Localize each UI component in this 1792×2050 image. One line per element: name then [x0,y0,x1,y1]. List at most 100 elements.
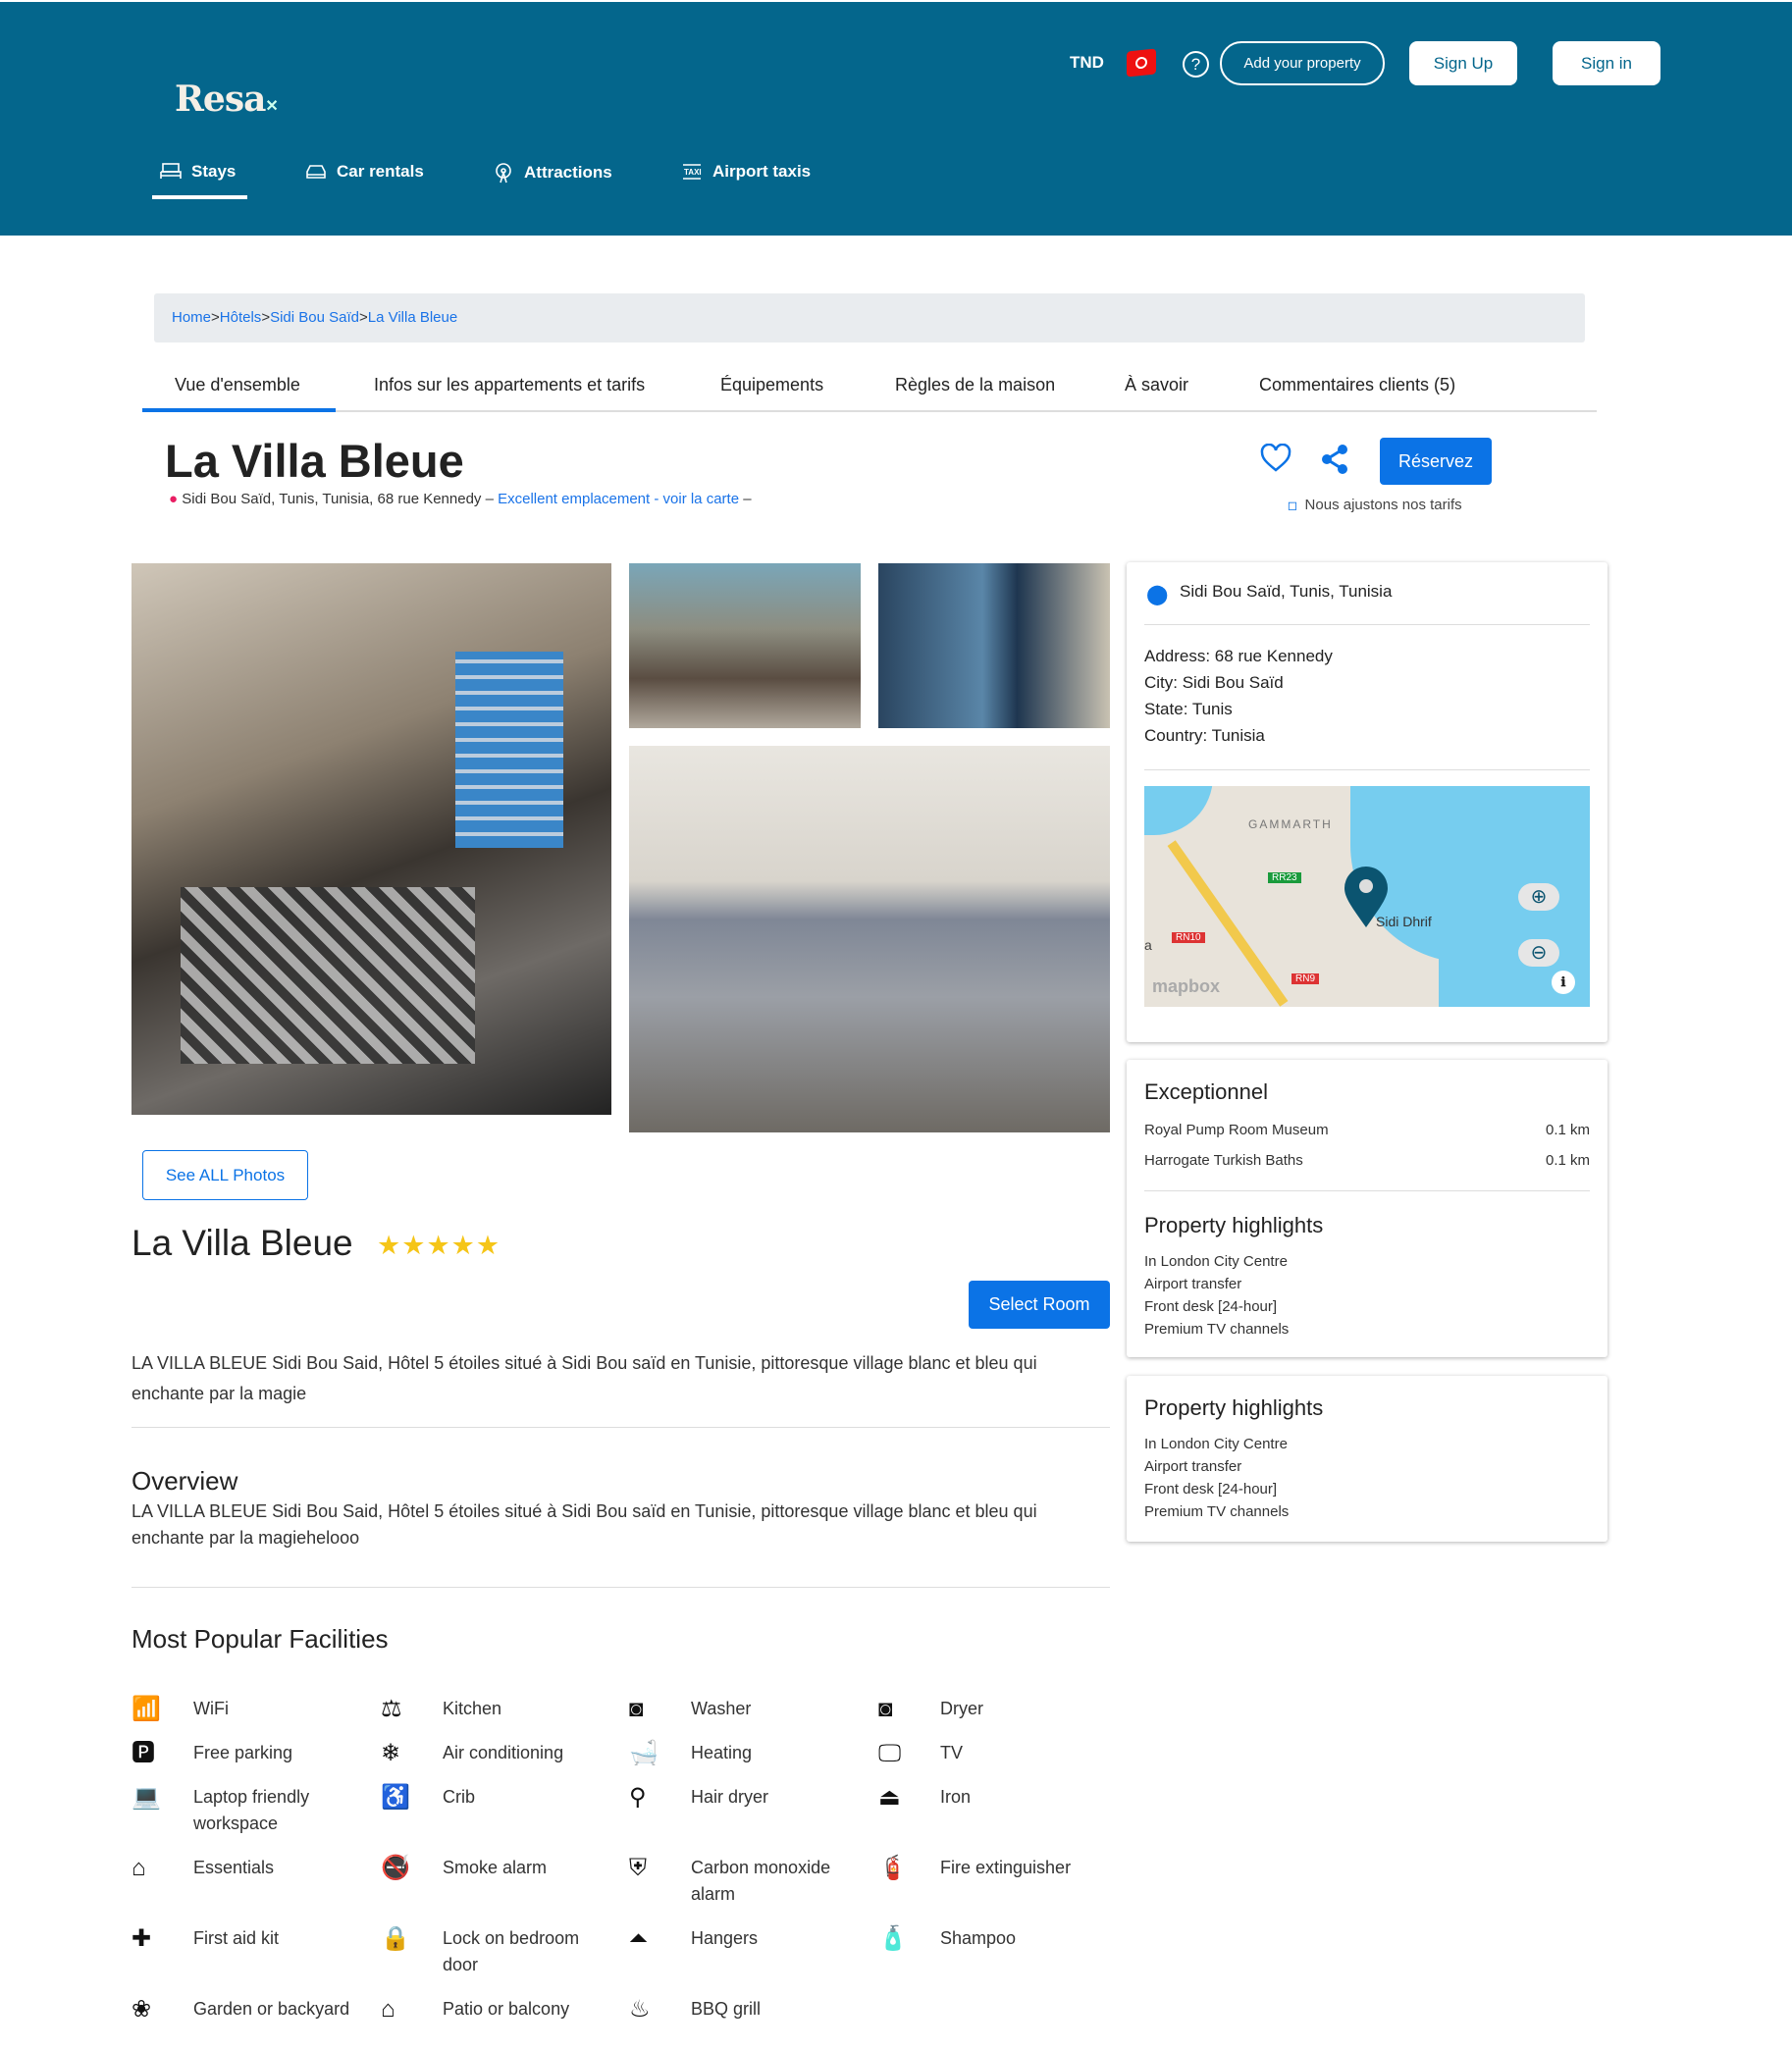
nearby-distance: 0.1 km [1545,1152,1590,1169]
car-icon [306,165,326,179]
help-icon[interactable]: ? [1183,51,1209,78]
map-road-label: RR23 [1268,872,1301,883]
facility-item: ♨ BBQ grill [629,1996,868,2023]
highlight-item: Airport transfer [1144,1276,1242,1292]
highlights-card: Property highlights In London City Centr… [1127,1376,1608,1542]
facility-item: ⚖ Kitchen [381,1696,619,1722]
facility-item: 🧴 Shampoo [878,1925,1117,1952]
map-road-label: RN10 [1172,932,1205,943]
facility-item: ⛨ Carbon monoxide alarm [629,1855,868,1908]
facilities-title: Most Popular Facilities [132,1624,389,1654]
facility-label: Heating [691,1743,753,1762]
nearby-item: Harrogate Turkish Baths 0.1 km [1144,1149,1590,1172]
sign-in-button[interactable]: Sign in [1553,41,1660,85]
parking-icon: 🅿 [132,1740,155,1766]
shampoo-icon: 🧴 [878,1925,908,1952]
dash: – [743,491,752,507]
nav-car-rentals[interactable]: Car rentals [305,162,424,182]
highlights-title: Property highlights [1144,1395,1324,1420]
divider [1144,769,1590,770]
zoom-in-icon[interactable]: ⊕ [1518,883,1559,911]
bedroom-photo[interactable] [629,746,1110,1132]
shield-icon: ⛨ [629,1855,647,1881]
snowflake-icon: ❄ [381,1740,401,1766]
facility-item: 🖵 TV [878,1740,1117,1766]
nearby-item: Royal Pump Room Museum 0.1 km [1144,1119,1590,1141]
facility-item: ◙ Washer [629,1696,868,1722]
map-link[interactable]: Excellent emplacement - voir la carte [498,491,739,507]
home-icon: ⌂ [132,1855,146,1881]
attractions-icon [496,163,511,184]
tab-active-indicator [142,408,336,412]
no-smoking-icon: 🚭 [381,1855,410,1881]
currency-selector[interactable]: TND [1070,53,1104,73]
sign-up-button[interactable]: Sign Up [1409,41,1517,85]
nav-label: Stays [191,162,237,181]
nav-label: Attractions [524,163,612,182]
highlight-item: Premium TV channels [1144,1503,1290,1520]
facility-label: Crib [443,1787,476,1807]
info-icon[interactable]: ℹ [1552,971,1575,994]
nav-airport-taxis[interactable]: TAXI Airport taxis [681,162,811,182]
breadcrumb-current[interactable]: La Villa Bleue [368,309,457,326]
breadcrumb-home[interactable]: Home [172,309,211,326]
laptop-icon: 💻 [132,1784,161,1811]
facility-item: 🛁 Heating [629,1740,868,1766]
favorite-heart-icon[interactable] [1260,443,1291,478]
facility-item: 🚭 Smoke alarm [381,1855,619,1881]
dryer-icon: ◙ [878,1696,893,1722]
select-room-button[interactable]: Select Room [969,1281,1110,1329]
breadcrumb-city[interactable]: Sidi Bou Saïd [270,309,359,326]
share-icon[interactable] [1321,444,1350,480]
tab-reviews[interactable]: Commentaires clients (5) [1259,375,1455,395]
facility-item: ♿ Crib [381,1784,619,1811]
blue-room-photo[interactable] [878,563,1110,728]
facility-label: Kitchen [443,1699,502,1718]
map-marker-icon [1344,867,1388,927]
hair-dryer-icon: ⚲ [629,1784,647,1811]
kitchen-scale-icon: ⚖ [381,1696,402,1722]
facility-label: Dryer [940,1699,983,1718]
tab-good-to-know[interactable]: À savoir [1125,375,1188,395]
star-icon: ★ [426,1231,451,1260]
zoom-out-icon[interactable]: ⊖ [1518,939,1559,967]
flag-icon[interactable] [1127,48,1156,78]
nav-label: Car rentals [337,162,424,181]
nav-attractions[interactable]: Attractions [493,162,612,184]
nearby-name: Harrogate Turkish Baths [1144,1152,1303,1169]
highlights-title: Property highlights [1144,1213,1324,1237]
main-photo[interactable] [132,563,611,1115]
facility-label: Iron [940,1787,972,1807]
logo[interactable]: Resa✕ [175,79,279,120]
tab-house-rules[interactable]: Règles de la maison [895,375,1055,395]
nav-stays[interactable]: Stays [160,162,236,182]
tabs-divider [142,410,1597,412]
map[interactable]: GAMMARTH Sidi Dhrif RR23 RN10 RN9 a ⊕ ⊖ … [1144,786,1590,1007]
mapbox-logo: mapbox [1152,976,1221,996]
facility-item: ⚲ Hair dryer [629,1784,868,1811]
add-property-button[interactable]: Add your property [1220,41,1385,85]
facility-label: Hangers [691,1928,759,1948]
tab-amenities[interactable]: Équipements [720,375,823,395]
lock-icon: 🔒 [381,1925,410,1952]
facility-label: Carbon monoxide alarm [691,1858,831,1904]
divider [1144,1190,1590,1191]
breadcrumb-hotels[interactable]: Hôtels [220,309,262,326]
tv-icon: 🖵 [878,1740,902,1766]
balcony-photo[interactable] [629,563,861,728]
divider [1144,624,1590,625]
facility-item: ⌂ Essentials [132,1855,370,1881]
nav-label: Airport taxis [712,162,812,181]
tab-overview[interactable]: Vue d'ensemble [175,375,300,395]
location-card: ⬤ Sidi Bou Saïd, Tunis, Tunisia Address:… [1127,562,1608,1042]
property-name: La Villa Bleue [132,1223,353,1263]
tab-rooms-rates[interactable]: Infos sur les appartements et tarifs [374,375,645,395]
see-all-photos-button[interactable]: See ALL Photos [142,1150,308,1200]
fire-extinguisher-icon: 🧯 [878,1855,908,1881]
map-label: GAMMARTH [1248,817,1333,831]
highlight-item: In London City Centre [1144,1436,1288,1452]
facility-label: Garden or backyard [193,1999,350,2019]
facility-label: BBQ grill [691,1999,762,2019]
reserve-button[interactable]: Réservez [1380,438,1492,485]
bathtub-icon: 🛁 [629,1740,659,1766]
